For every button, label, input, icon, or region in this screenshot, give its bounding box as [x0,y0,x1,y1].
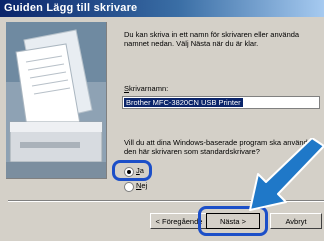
add-printer-wizard-window: Guiden Lägg till skrivare Du kan skriva … [0,0,324,241]
pointer-arrow-icon [249,138,324,211]
title-bar: Guiden Lägg till skrivare [0,0,324,17]
intro-text: Du kan skriva in ett namn för skrivaren … [124,30,300,48]
printer-illustration-icon [6,22,107,179]
window-title: Guiden Lägg till skrivare [4,2,138,14]
radio-ja-dot [127,170,131,174]
radio-ja[interactable] [124,167,134,177]
printer-name-field[interactable]: Brother MFC-3820CN USB Printer [122,96,320,109]
radio-ja-label[interactable]: Ja [136,166,144,175]
radio-nej[interactable] [124,182,134,192]
printer-name-value: Brother MFC-3820CN USB Printer [124,98,243,107]
radio-nej-label[interactable]: Nej [136,181,147,190]
printer-name-label: Skrivarnamn: [124,84,169,93]
